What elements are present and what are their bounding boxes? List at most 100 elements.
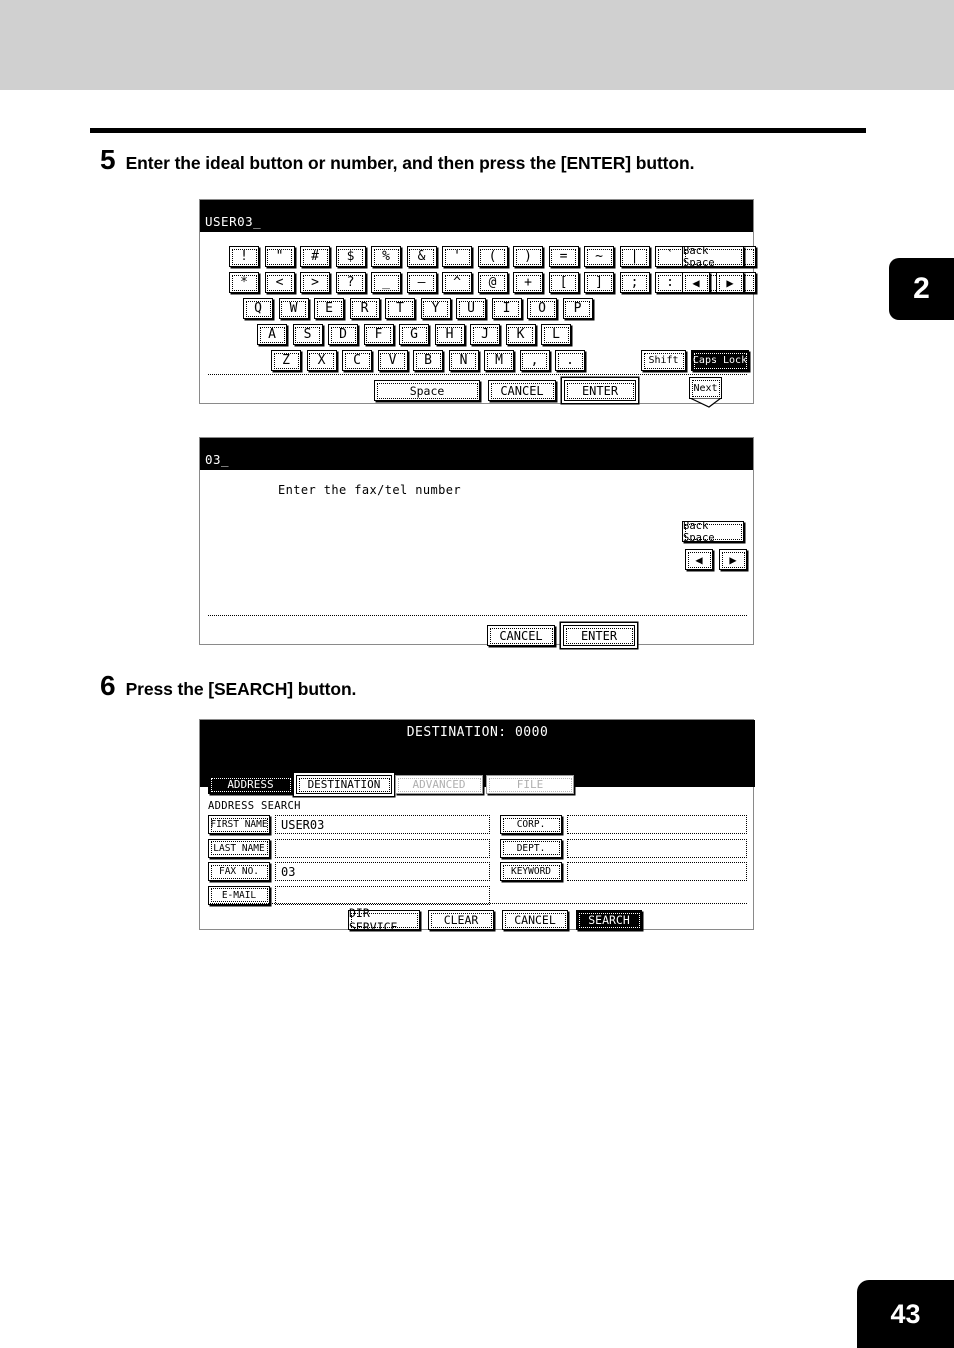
key-y[interactable]: Y xyxy=(420,298,451,319)
key-asterisk[interactable]: * xyxy=(229,272,259,293)
key-tilde[interactable]: ~ xyxy=(584,246,614,267)
last-name-label-button[interactable]: LAST NAME xyxy=(208,838,270,858)
keyboard-separator xyxy=(208,374,747,375)
keyboard-input-text: USER03_ xyxy=(205,214,262,229)
key-e[interactable]: E xyxy=(314,298,344,319)
key-l[interactable]: L xyxy=(541,324,571,345)
dept-input[interactable] xyxy=(567,838,747,858)
keyword-input[interactable] xyxy=(567,862,747,881)
key-q[interactable]: Q xyxy=(243,298,273,319)
arrow-left-icon[interactable]: ◀ xyxy=(685,549,713,570)
key-z[interactable]: Z xyxy=(271,350,301,371)
key-j[interactable]: J xyxy=(470,324,500,345)
key-paren-open[interactable]: ( xyxy=(477,246,508,267)
key-colon[interactable]: : xyxy=(655,272,685,293)
first-name-label-button[interactable]: FIRST NAME xyxy=(208,815,270,834)
key-c[interactable]: C xyxy=(342,350,372,371)
key-v[interactable]: V xyxy=(377,350,408,371)
key-u[interactable]: U xyxy=(456,298,486,319)
key-m[interactable]: M xyxy=(484,350,514,371)
cancel-button[interactable]: CANCEL xyxy=(502,910,568,930)
tab-advanced[interactable]: ADVANCED xyxy=(395,775,483,794)
key-equals[interactable]: = xyxy=(548,246,579,267)
key-w[interactable]: W xyxy=(278,298,309,319)
key-t[interactable]: T xyxy=(385,298,415,319)
dir-service-button[interactable]: DIR SERVICE xyxy=(348,906,420,934)
arrow-left-icon[interactable]: ◀ xyxy=(682,272,710,293)
key-apostrophe[interactable]: ' xyxy=(442,246,472,267)
key-less-than[interactable]: < xyxy=(264,272,295,293)
key-semicolon[interactable]: ; xyxy=(619,272,650,293)
key-question[interactable]: ? xyxy=(335,272,366,293)
space-button[interactable]: Space xyxy=(374,380,480,401)
key-g[interactable]: G xyxy=(399,324,429,345)
step-6-heading: 6 Press the [SEARCH] button. xyxy=(100,672,356,700)
destination-counter: DESTINATION: 0000 xyxy=(406,725,549,740)
back-space-button[interactable]: Back Space xyxy=(682,520,744,544)
key-pipe[interactable]: | xyxy=(619,246,650,267)
key-plus[interactable]: + xyxy=(513,272,543,293)
cancel-button[interactable]: CANCEL xyxy=(488,380,556,401)
step-6-number: 6 xyxy=(100,670,116,701)
tab-address[interactable]: ADDRESS xyxy=(208,775,293,794)
key-a[interactable]: A xyxy=(257,324,287,345)
enter-button[interactable]: ENTER xyxy=(564,380,636,401)
search-button[interactable]: SEARCH xyxy=(576,910,642,930)
key-greater-than[interactable]: > xyxy=(300,272,330,293)
key-r[interactable]: R xyxy=(349,298,380,319)
dept-label-button[interactable]: DEPT. xyxy=(500,838,562,858)
corp-label-button[interactable]: CORP. xyxy=(500,815,562,834)
first-name-input[interactable]: USER03 xyxy=(275,815,490,834)
fax-no-label-button[interactable]: FAX NO. xyxy=(208,862,270,881)
key-caret[interactable]: ^ xyxy=(442,272,472,293)
key-h[interactable]: H xyxy=(434,324,465,345)
key-minus[interactable]: – xyxy=(406,272,437,293)
key-bracket-open[interactable]: [ xyxy=(548,272,579,293)
key-i[interactable]: I xyxy=(491,298,522,319)
key-underscore[interactable]: _ xyxy=(371,272,401,293)
key-at[interactable]: @ xyxy=(477,272,508,293)
arrow-right-icon[interactable]: ▶ xyxy=(719,549,747,570)
key-quote[interactable]: " xyxy=(264,246,295,267)
key-backtick[interactable]: ` xyxy=(655,246,685,267)
keyword-label-button[interactable]: KEYWORD xyxy=(500,862,562,881)
key-bracket-close[interactable]: ] xyxy=(584,272,614,293)
key-paren-close[interactable]: ) xyxy=(513,246,543,267)
cancel-button[interactable]: CANCEL xyxy=(487,625,555,646)
field-keyword: KEYWORD xyxy=(500,861,747,882)
tab-file[interactable]: FILE xyxy=(486,775,574,794)
address-search-title: ADDRESS SEARCH xyxy=(208,800,301,812)
shift-button[interactable]: Shift xyxy=(641,350,686,371)
last-name-input[interactable] xyxy=(275,838,490,858)
key-comma[interactable]: , xyxy=(519,350,550,371)
key-f[interactable]: F xyxy=(363,324,394,345)
key-p[interactable]: P xyxy=(562,298,593,319)
key-k[interactable]: K xyxy=(505,324,536,345)
fax-no-input[interactable]: 03 xyxy=(275,862,490,881)
key-percent[interactable]: % xyxy=(371,246,401,267)
key-hash[interactable]: # xyxy=(300,246,330,267)
email-label-button[interactable]: E-MAIL xyxy=(208,885,270,905)
caps-lock-button[interactable]: Caps Lock xyxy=(691,350,749,371)
key-dollar[interactable]: $ xyxy=(335,246,366,267)
enter-button[interactable]: ENTER xyxy=(563,625,635,646)
key-o[interactable]: O xyxy=(527,298,557,319)
email-input[interactable] xyxy=(275,885,490,905)
key-s[interactable]: S xyxy=(292,324,323,345)
key-period[interactable]: . xyxy=(555,350,585,371)
key-x[interactable]: X xyxy=(306,350,337,371)
fax-number-panel: 03_ Enter the fax/tel number Back Space … xyxy=(199,437,754,646)
back-space-button[interactable]: Back Space xyxy=(682,245,744,269)
fax-title-bar: 03_ xyxy=(200,438,753,470)
tab-destination[interactable]: DESTINATION xyxy=(296,775,392,794)
keyboard-row-asdf: A S D F G H J K L xyxy=(257,324,571,345)
next-button[interactable]: Next xyxy=(689,377,722,399)
key-b[interactable]: B xyxy=(413,350,443,371)
key-exclam[interactable]: ! xyxy=(229,246,259,267)
key-n[interactable]: N xyxy=(448,350,479,371)
key-d[interactable]: D xyxy=(328,324,358,345)
clear-button[interactable]: CLEAR xyxy=(428,910,494,930)
key-ampersand[interactable]: & xyxy=(406,246,437,267)
corp-input[interactable] xyxy=(567,815,747,834)
arrow-right-icon[interactable]: ▶ xyxy=(716,272,744,293)
